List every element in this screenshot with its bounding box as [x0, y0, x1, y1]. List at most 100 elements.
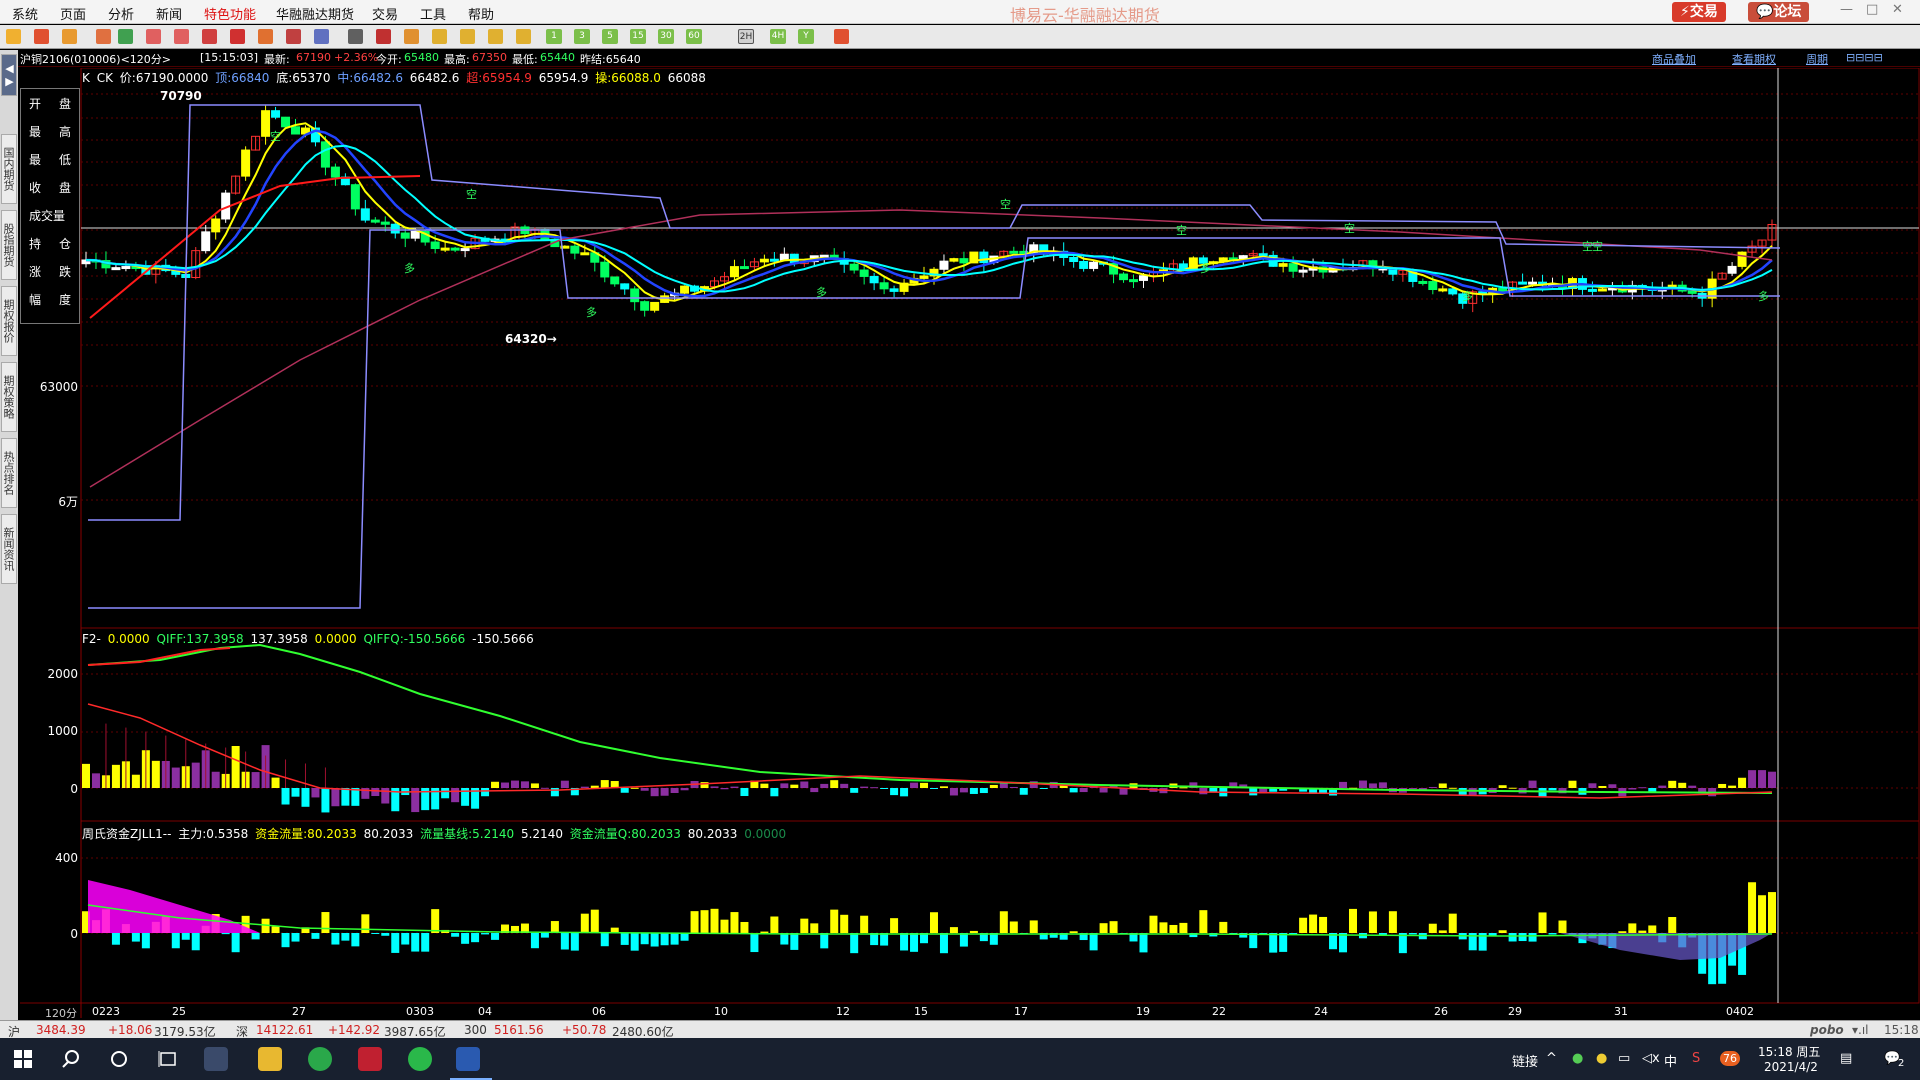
menu-analysis[interactable]: 分析 [108, 4, 134, 23]
x-tick-label: 22 [1212, 1005, 1226, 1018]
kline-chart[interactable]: 7079064320→空空空空 空空 空多多多多多多 [0, 68, 1920, 1018]
minimize-icon[interactable]: — [1840, 2, 1853, 17]
menu-news[interactable]: 新闻 [156, 4, 182, 23]
sub2-bar [1099, 923, 1108, 933]
sub2-bar [1508, 933, 1517, 942]
sub1-bar [989, 784, 998, 788]
candle-body [580, 252, 590, 256]
sub1-qiff: QIFF:137.3958 [156, 632, 244, 646]
period-15[interactable]: 15 [630, 29, 646, 44]
sub2-bar [1089, 933, 1098, 951]
home-icon[interactable] [34, 29, 49, 44]
zoom-out-icon[interactable] [174, 29, 189, 44]
kline-icon[interactable] [404, 29, 419, 44]
sub1-bar [830, 780, 839, 788]
back-icon[interactable] [6, 29, 21, 44]
menu-tools[interactable]: 工具 [420, 4, 446, 23]
legend-op: 操:66088.0 [595, 71, 661, 85]
trade-button[interactable]: ⚡交易 [1672, 2, 1726, 22]
period-link[interactable]: 周期 [1806, 51, 1828, 67]
maximize-icon[interactable]: □ [1866, 2, 1878, 17]
tray-sogou-icon[interactable]: S [1692, 1051, 1700, 1066]
period-5[interactable]: 5 [602, 29, 618, 44]
tray-notes-icon[interactable]: ▤ [1840, 1051, 1852, 1066]
period-3[interactable]: 3 [574, 29, 590, 44]
sub2-bar [969, 930, 978, 933]
period-2h[interactable]: 2H [738, 29, 754, 44]
tray-chevron-icon[interactable]: ^ [1546, 1051, 1557, 1066]
sub1-bar [291, 788, 300, 797]
app-icon-1[interactable] [204, 1047, 228, 1071]
ohlc-row: 持仓 [21, 229, 79, 257]
sub2-bar [1618, 931, 1627, 933]
pen-icon[interactable] [230, 29, 245, 44]
tray-app2-icon[interactable]: ● [1596, 1051, 1607, 1066]
layout-icon[interactable]: ⊟⊟⊟⊟ [1846, 51, 1883, 64]
sub1-bar [171, 767, 180, 788]
candle-body [759, 258, 769, 263]
tray-ime[interactable]: 中 [1664, 1051, 1677, 1070]
tray-link[interactable]: 链接 [1512, 1051, 1538, 1070]
wechat-icon[interactable] [408, 1047, 432, 1071]
long-signal: 多 [1462, 289, 1473, 303]
zoom-in-icon[interactable] [146, 29, 161, 44]
sub2-bar [1538, 912, 1547, 933]
menu-features[interactable]: 特色功能 [204, 4, 256, 23]
line-chart-icon[interactable] [376, 29, 391, 44]
sub2-bar [760, 931, 769, 933]
pobo-app-icon[interactable] [456, 1047, 480, 1071]
ohlc-label: 仓 [58, 236, 71, 251]
sub2-bar [660, 933, 669, 946]
hs-label: 300 [464, 1023, 487, 1037]
tray-app-icon[interactable]: ● [1572, 1051, 1583, 1066]
brush-icon[interactable] [258, 29, 273, 44]
menu-broker[interactable]: 华融融达期货 [276, 4, 354, 23]
period-4h[interactable]: 4H [770, 29, 786, 44]
tray-time[interactable]: 15:18 周五 [1758, 1043, 1820, 1060]
task-view-icon[interactable] [158, 1050, 178, 1068]
search-icon[interactable] [62, 1050, 80, 1068]
week-icon[interactable] [460, 29, 475, 44]
period-year[interactable]: Y [798, 29, 814, 44]
file-explorer-icon[interactable] [258, 1047, 282, 1071]
menu-system[interactable]: 系统 [12, 4, 38, 23]
period-30[interactable]: 30 [658, 29, 674, 44]
calendar-icon[interactable] [834, 29, 849, 44]
menu-help[interactable]: 帮助 [468, 4, 494, 23]
candle-body [1119, 273, 1129, 281]
browser-icon[interactable] [308, 1047, 332, 1071]
wh6-icon[interactable] [358, 1047, 382, 1071]
sub2-bar [131, 933, 140, 942]
menu-page[interactable]: 页面 [60, 4, 86, 23]
quarter-icon[interactable] [516, 29, 531, 44]
cortana-icon[interactable] [110, 1050, 128, 1068]
tool-icon[interactable] [314, 29, 329, 44]
overlay-link[interactable]: 商品叠加 [1652, 51, 1696, 67]
refresh-icon[interactable] [118, 29, 133, 44]
window-icon[interactable] [202, 29, 217, 44]
day-icon[interactable] [432, 29, 447, 44]
candle-body [261, 110, 271, 137]
windows-start-icon[interactable] [14, 1050, 32, 1068]
close-icon[interactable]: ✕ [1892, 2, 1903, 17]
filter-icon[interactable] [286, 29, 301, 44]
sub1-bar [1079, 788, 1088, 793]
table-icon[interactable] [348, 29, 363, 44]
list-icon[interactable] [96, 29, 111, 44]
month-icon[interactable] [488, 29, 503, 44]
period-1[interactable]: 1 [546, 29, 562, 44]
period-60[interactable]: 60 [686, 29, 702, 44]
sub2-bar [1159, 922, 1168, 933]
latest-label: 最新: [264, 53, 290, 66]
book-icon[interactable] [62, 29, 77, 44]
axis-0-sub2: 0 [70, 927, 78, 941]
tray-date[interactable]: 2021/4/2 [1764, 1060, 1818, 1074]
tray-volume-icon[interactable]: ◁x [1642, 1051, 1660, 1066]
forum-button[interactable]: 💬论坛 [1748, 2, 1810, 22]
tray-network-icon[interactable]: ▭ [1618, 1051, 1630, 1066]
options-link[interactable]: 查看期权 [1732, 51, 1776, 67]
sub2-flow-val: 80.2033 [363, 827, 414, 841]
sub2-bar [750, 933, 759, 953]
tray-badge[interactable]: 76 [1720, 1051, 1740, 1066]
menu-trade[interactable]: 交易 [372, 4, 398, 23]
